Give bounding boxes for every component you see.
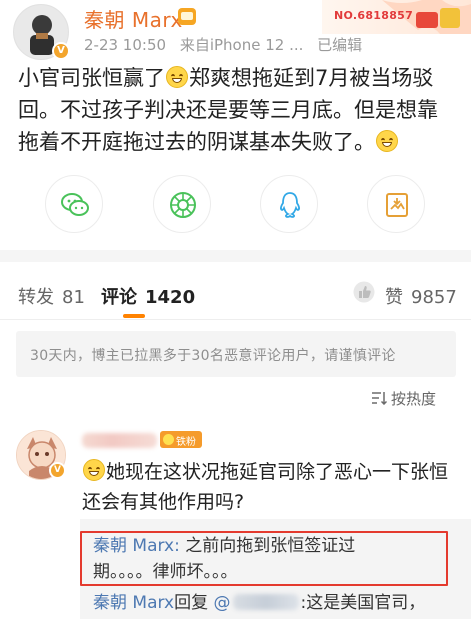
comment-body[interactable]: 她现在这状况拖延官司除了恶心一下张恒还会有其他作用吗? bbox=[82, 457, 457, 517]
fan-heart-icon bbox=[163, 434, 174, 445]
fan-number: NO.6818857 bbox=[334, 9, 414, 22]
post-date: 2-23 10:50 bbox=[84, 36, 167, 54]
fan-card-badge[interactable]: NO.6818857 bbox=[322, 0, 471, 34]
sort-label: 按热度 bbox=[391, 390, 437, 408]
post-source: 来自iPhone 12 ... bbox=[179, 36, 304, 54]
share-qq-button[interactable] bbox=[260, 175, 318, 233]
reply-2[interactable]: 秦朝 Marx回复 @ :这是美国官司， bbox=[93, 590, 425, 616]
tab-comments[interactable]: 评论 1420 bbox=[101, 283, 195, 309]
vip-crown-icon[interactable] bbox=[178, 8, 196, 25]
reply-2-mention[interactable]: @ bbox=[214, 593, 231, 613]
reply-2-author[interactable]: 秦朝 Marx bbox=[93, 593, 174, 613]
reply-2-text: :这是美国官司， bbox=[300, 593, 426, 613]
tab-likes-label: 赞 bbox=[385, 287, 403, 308]
wechat-icon bbox=[61, 193, 89, 216]
like-thumb-icon[interactable] bbox=[353, 281, 375, 303]
edited-label[interactable]: 已编辑 bbox=[317, 36, 362, 54]
comment-text: 她现在这状况拖延官司除了恶心一下张恒还会有其他作用吗? bbox=[82, 461, 449, 513]
blocked-users-notice: 30天内，博主已拉黑多于30名恶意评论用户，请谨慎评论 bbox=[16, 331, 456, 377]
reply-1-line-1[interactable]: 秦朝 Marx: 之前向拖到张恒签证过 bbox=[93, 533, 355, 559]
share-save-image-button[interactable] bbox=[367, 175, 425, 233]
tab-likes-count: 9857 bbox=[411, 287, 457, 308]
reply-1-text-2: 期。。。。律师坏。。。 bbox=[93, 562, 238, 582]
reply-1-separator: : bbox=[174, 536, 186, 556]
mentioned-user-blurred[interactable] bbox=[232, 594, 299, 610]
sort-icon bbox=[372, 392, 387, 405]
section-divider bbox=[0, 250, 471, 262]
notice-text: 30天内，博主已拉黑多于30名恶意评论用户，请谨慎评论 bbox=[30, 348, 396, 364]
tab-comments-count: 1420 bbox=[145, 287, 196, 308]
tab-repost-count: 81 bbox=[62, 287, 85, 308]
sort-by-popularity-button[interactable]: 按热度 bbox=[371, 388, 436, 408]
smirk-emoji-icon bbox=[83, 459, 105, 481]
share-wechat-button[interactable] bbox=[45, 175, 103, 233]
qq-icon bbox=[280, 192, 300, 218]
reply-1-author[interactable]: 秦朝 Marx bbox=[93, 536, 174, 556]
share-row bbox=[0, 175, 471, 235]
grin-emoji-icon bbox=[376, 130, 398, 152]
tab-repost[interactable]: 转发 81 bbox=[18, 283, 85, 309]
tab-likes[interactable]: 赞 9857 bbox=[385, 283, 457, 309]
tab-comments-label: 评论 bbox=[101, 287, 137, 308]
fan-level-label: 铁粉 bbox=[176, 437, 196, 448]
post-header: V 秦朝 Marx 2-23 10:50 来自iPhone 12 ... 已编辑… bbox=[0, 0, 471, 60]
reply-2-action: 回复 bbox=[174, 593, 209, 613]
active-tab-indicator bbox=[123, 314, 145, 318]
commenter-verified-icon: V bbox=[49, 462, 66, 479]
reply-1-text-1: 之前向拖到张恒签证过 bbox=[185, 536, 356, 556]
post-meta: 2-23 10:50 来自iPhone 12 ... 已编辑 bbox=[84, 34, 371, 55]
post-body: 小官司张恒赢了 郑爽想拖延到7月被当场驳回。不过孩子判决还是要等三月底。但是想靠拖… bbox=[18, 62, 458, 158]
verified-badge-icon: V bbox=[52, 42, 70, 60]
reply-1-line-2[interactable]: 期。。。。律师坏。。。 bbox=[93, 559, 238, 585]
share-moments-button[interactable] bbox=[153, 175, 211, 233]
moments-icon bbox=[170, 192, 196, 218]
grin-emoji-icon bbox=[166, 66, 188, 88]
commenter-name-blurred[interactable] bbox=[82, 433, 157, 448]
save-image-icon bbox=[386, 193, 408, 217]
tab-repost-label: 转发 bbox=[18, 287, 54, 308]
author-name[interactable]: 秦朝 Marx bbox=[84, 4, 183, 33]
post-text-part-1: 小官司张恒赢了 bbox=[18, 66, 165, 90]
